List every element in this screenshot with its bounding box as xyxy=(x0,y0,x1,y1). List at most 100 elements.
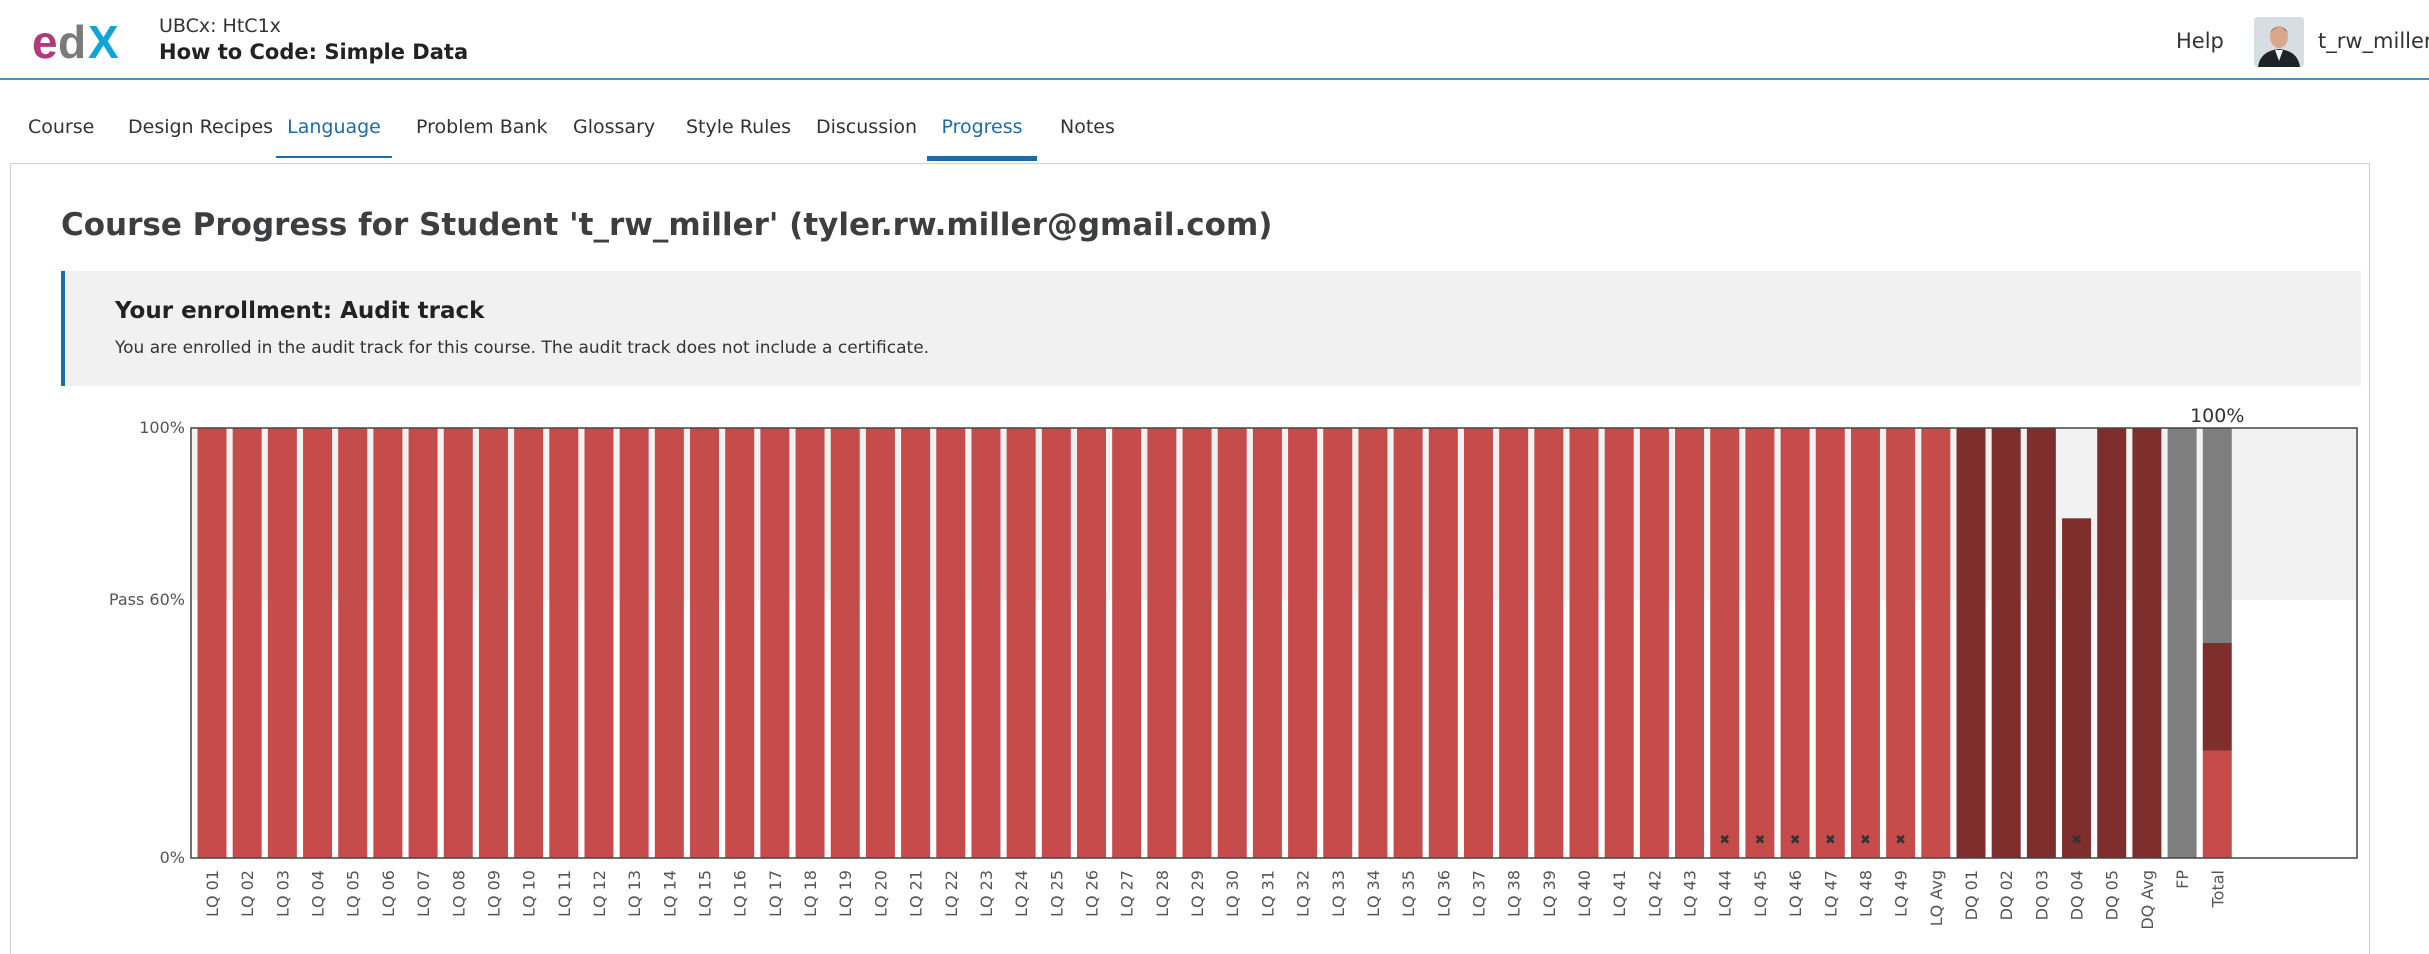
bar-total-lq xyxy=(2202,750,2232,858)
x-tick-label: LQ 36 xyxy=(1434,870,1453,917)
x-tick-label: LQ 26 xyxy=(1083,870,1102,917)
bar xyxy=(830,428,860,858)
bar xyxy=(2097,428,2127,858)
username[interactable]: t_rw_miller xyxy=(2318,29,2429,53)
bar xyxy=(1921,428,1951,858)
bar xyxy=(1147,428,1177,858)
x-tick-label: LQ 09 xyxy=(484,870,503,917)
bar xyxy=(1182,428,1212,858)
x-tick-label: LQ Avg xyxy=(1927,870,1946,926)
tab-language[interactable]: Language xyxy=(276,116,392,158)
x-tick-label: LQ 15 xyxy=(696,870,715,917)
x-tick-label: LQ 31 xyxy=(1258,870,1277,917)
x-tick-label: DQ 04 xyxy=(2068,870,2087,920)
bar xyxy=(2132,428,2162,858)
bar xyxy=(2062,518,2092,858)
bar xyxy=(478,428,508,858)
svg-text:d: d xyxy=(58,16,86,64)
x-tick-label: LQ 34 xyxy=(1364,870,1383,917)
bar xyxy=(1745,428,1775,858)
svg-text:e: e xyxy=(32,16,58,64)
bar xyxy=(1217,428,1247,858)
tab-discussion[interactable]: Discussion xyxy=(816,116,917,156)
x-tick-label: LQ 47 xyxy=(1821,870,1840,917)
tab-course[interactable]: Course xyxy=(28,116,94,156)
bar xyxy=(373,428,403,858)
x-tick-label: DQ 02 xyxy=(1997,870,2016,920)
tab-notes[interactable]: Notes xyxy=(1060,116,1115,156)
progress-chart: 100% Pass 60% 0% LQ 01 LQ 02 LQ 03 LQ 04 LQ 05 L… xyxy=(0,400,2429,942)
course-name: How to Code: Simple Data xyxy=(159,40,469,64)
bar xyxy=(1288,428,1318,858)
course-org: UBCx: HtC1x xyxy=(159,15,281,37)
y-tick-label: 100% xyxy=(139,418,185,437)
bar xyxy=(1850,428,1880,858)
bar xyxy=(1463,428,1493,858)
edx-logo[interactable]: e d X xyxy=(32,16,136,64)
enrollment-notice: Your enrollment: Audit track You are enr… xyxy=(61,271,2361,386)
bar xyxy=(1886,428,1916,858)
dropped-marker: ✖ xyxy=(1790,833,1801,848)
avatar[interactable] xyxy=(2254,17,2304,67)
bar xyxy=(1675,428,1705,858)
dropped-marker: ✖ xyxy=(2071,833,2082,848)
bar xyxy=(2167,428,2197,858)
bar xyxy=(654,428,684,858)
x-tick-label: LQ 32 xyxy=(1294,870,1313,917)
x-tick-label: LQ 10 xyxy=(520,870,539,917)
x-tick-label: LQ 40 xyxy=(1575,870,1594,917)
x-tick-label: LQ 49 xyxy=(1892,870,1911,917)
bar xyxy=(971,428,1001,858)
dropped-marker: ✖ xyxy=(1719,833,1730,848)
bar xyxy=(1112,428,1142,858)
x-tick-label: LQ 42 xyxy=(1645,870,1664,917)
bar xyxy=(267,428,297,858)
bar xyxy=(936,428,966,858)
tab-style-rules[interactable]: Style Rules xyxy=(686,116,791,156)
help-link[interactable]: Help xyxy=(2176,29,2224,53)
x-tick-label: LQ 11 xyxy=(555,870,574,917)
dropped-marker: ✖ xyxy=(1754,833,1765,848)
x-tick-label: LQ 17 xyxy=(766,870,785,917)
tab-problem-bank[interactable]: Problem Bank xyxy=(416,116,547,156)
tab-design-recipes[interactable]: Design Recipes xyxy=(128,116,273,156)
x-tick-label: LQ 38 xyxy=(1505,870,1524,917)
x-tick-label: LQ 41 xyxy=(1610,870,1629,917)
page-title: Course Progress for Student 't_rw_miller… xyxy=(61,207,1273,243)
enrollment-message: You are enrolled in the audit track for … xyxy=(115,338,930,358)
bar xyxy=(1569,428,1599,858)
bar xyxy=(584,428,614,858)
bar xyxy=(514,428,544,858)
x-tick-label: LQ 46 xyxy=(1786,870,1805,917)
x-tick-label: LQ 24 xyxy=(1012,870,1031,917)
x-tick-label: LQ 23 xyxy=(977,870,996,917)
x-tick-label: LQ 30 xyxy=(1223,870,1242,917)
x-tick-label: LQ 04 xyxy=(309,870,328,917)
x-tick-label: LQ 20 xyxy=(871,870,890,917)
y-tick-label: Pass 60% xyxy=(109,590,185,609)
dropped-marker: ✖ xyxy=(1860,833,1871,848)
bar xyxy=(1393,428,1423,858)
x-tick-label: DQ 05 xyxy=(2103,870,2122,920)
bar xyxy=(1358,428,1388,858)
bar xyxy=(1428,428,1458,858)
enrollment-title: Your enrollment: Audit track xyxy=(115,298,485,324)
bar xyxy=(338,428,368,858)
x-tick-label: LQ 25 xyxy=(1047,870,1066,917)
x-tick-label: LQ 44 xyxy=(1716,870,1735,917)
bar xyxy=(901,428,931,858)
bar xyxy=(1534,428,1564,858)
x-tick-label: LQ 19 xyxy=(836,870,855,917)
x-tick-label: LQ 27 xyxy=(1118,870,1137,917)
bar xyxy=(1815,428,1845,858)
x-tick-label: LQ 35 xyxy=(1399,870,1418,917)
bar xyxy=(197,428,227,858)
bar-total-dq xyxy=(2202,643,2232,751)
x-tick-label: LQ 07 xyxy=(414,870,433,917)
bar xyxy=(1077,428,1106,858)
x-tick-label: LQ 03 xyxy=(273,870,292,917)
bar xyxy=(408,428,438,858)
tab-progress[interactable]: Progress xyxy=(927,116,1037,161)
tab-glossary[interactable]: Glossary xyxy=(573,116,655,156)
x-tick-label: LQ 37 xyxy=(1469,870,1488,917)
